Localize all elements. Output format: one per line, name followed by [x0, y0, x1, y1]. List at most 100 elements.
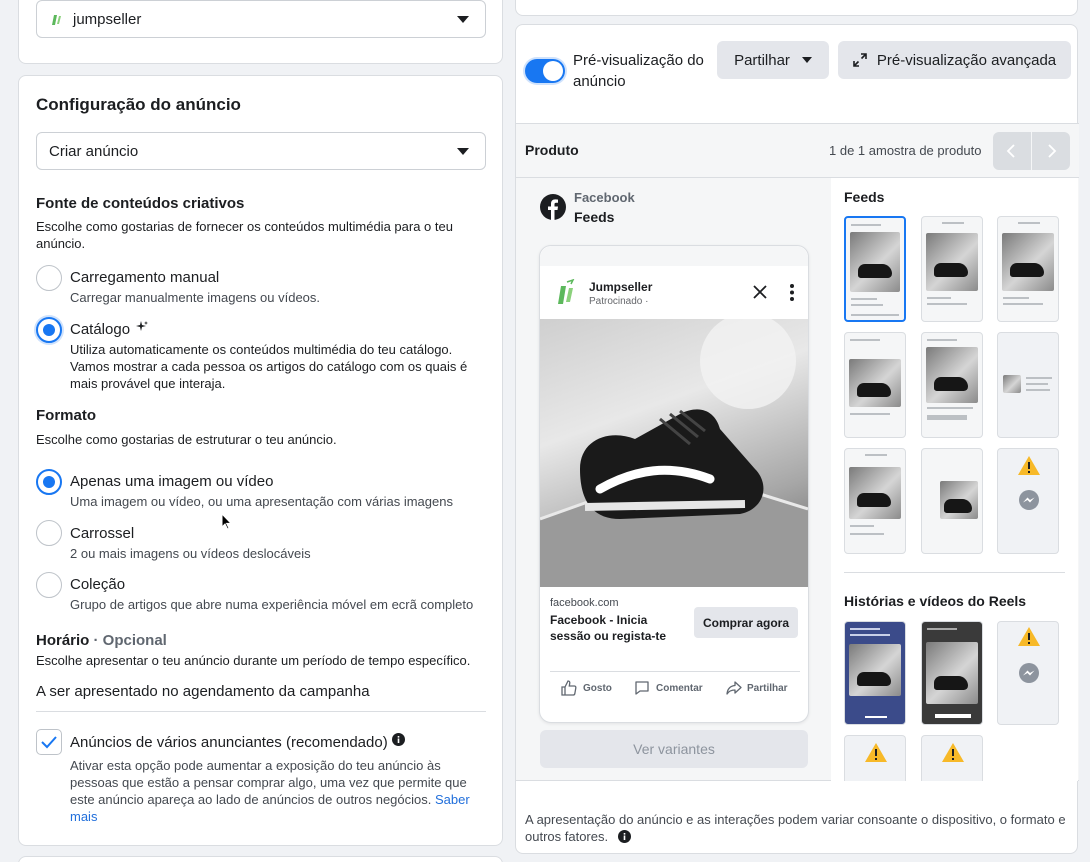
warning-icon	[942, 743, 964, 762]
format-desc: Escolhe como gostarias de estruturar o t…	[36, 432, 337, 447]
story-thumb-facebook[interactable]	[844, 621, 906, 725]
view-variants-button[interactable]: Ver variantes	[540, 730, 808, 768]
manual-upload-desc: Carregar manualmente imagens ou vídeos.	[70, 290, 321, 305]
single-image-radio[interactable]	[36, 469, 62, 495]
chevron-right-icon	[1048, 144, 1057, 158]
feed-thumb-instagram[interactable]	[921, 216, 983, 322]
comment-action[interactable]: Comentar	[634, 680, 703, 696]
multi-advertiser-checkbox[interactable]	[36, 729, 62, 755]
post-headline: Facebook - Inicia sessão ou regista-te	[550, 613, 667, 643]
feed-thumb-business-explore[interactable]	[921, 448, 983, 554]
mouse-cursor-icon	[221, 512, 233, 533]
catalog-desc: Utiliza automaticamente os conteúdos mul…	[70, 342, 468, 391]
schedule-title: Horário · Opcional	[36, 632, 167, 649]
info-icon[interactable]	[617, 830, 631, 843]
caret-down-icon	[801, 57, 812, 63]
chevron-left-icon	[1006, 144, 1015, 158]
preview-footer-note: A apresentação do anúncio e as interaçõe…	[525, 811, 1070, 845]
multi-advertiser-text: Ativar esta opção pode aumentar a exposi…	[70, 758, 467, 807]
carousel-title: Carrossel	[70, 525, 135, 542]
collection-radio[interactable]	[36, 572, 62, 598]
stories-title: Histórias e vídeos do Reels	[844, 593, 1027, 609]
feed-thumb-video[interactable]	[844, 332, 906, 438]
feed-thumb-messenger[interactable]	[997, 448, 1059, 554]
share-label: Partilhar	[747, 682, 788, 694]
feed-thumb-facebook[interactable]	[844, 216, 906, 322]
like-icon	[561, 680, 577, 696]
top-stub-card	[515, 0, 1078, 16]
creative-source-title: Fonte de conteúdos criativos	[36, 195, 245, 212]
comment-icon	[635, 681, 649, 695]
divider	[36, 711, 486, 712]
multi-advertiser-label: Anúncios de vários anunciantes (recomend…	[70, 734, 388, 751]
like-action[interactable]: Gosto	[561, 680, 612, 696]
collection-title: Coleção	[70, 576, 126, 593]
single-image-desc: Uma imagem ou vídeo, ou uma apresentação…	[70, 494, 453, 509]
like-label: Gosto	[583, 682, 612, 694]
share-button[interactable]: Partilhar	[717, 41, 829, 79]
story-thumb-messenger[interactable]	[997, 621, 1059, 725]
footer-note-text: A apresentação do anúncio e as interaçõe…	[525, 812, 1066, 844]
reels-thumb-instagram[interactable]	[921, 735, 983, 781]
manual-upload-title: Carregamento manual	[70, 269, 220, 286]
warning-icon	[865, 743, 887, 762]
prev-sample-button[interactable]	[993, 132, 1031, 170]
facebook-icon	[540, 194, 566, 223]
reels-thumb-facebook[interactable]	[844, 735, 906, 781]
feed-thumb-right-column[interactable]	[997, 332, 1059, 438]
account-select[interactable]: jumpseller	[36, 0, 486, 38]
caret-down-icon	[457, 16, 469, 23]
sample-count: 1 de 1 amostra de produto	[829, 143, 982, 158]
messenger-icon	[1019, 663, 1039, 683]
ad-mode-select[interactable]: Criar anúncio	[36, 132, 486, 170]
carousel-desc: 2 ou mais imagens ou vídeos deslocáveis	[70, 546, 311, 561]
info-icon[interactable]	[392, 733, 405, 749]
next-sample-button[interactable]	[1032, 132, 1070, 170]
schedule-title-text: Horário	[36, 632, 90, 649]
jumpseller-logo-icon	[554, 278, 576, 308]
multi-advertiser-desc: Ativar esta opção pode aumentar a exposi…	[70, 757, 475, 825]
placements-divider	[844, 572, 1065, 573]
catalog-radio[interactable]	[36, 317, 62, 343]
single-image-title: Apenas uma imagem ou vídeo	[70, 473, 274, 490]
account-name: jumpseller	[73, 10, 142, 28]
advanced-preview-button[interactable]: Pré-visualização avançada	[838, 41, 1071, 79]
ad-setup-title: Configuração do anúncio	[36, 95, 241, 114]
account-card: jumpseller	[18, 0, 503, 64]
post-page-name: Jumpseller	[589, 280, 653, 294]
ad-setup-card: Configuração do anúncio Criar anúncio Fo…	[18, 75, 503, 846]
cta-button[interactable]: Comprar agora	[694, 607, 798, 638]
cta-label: Comprar agora	[702, 615, 790, 630]
carousel-radio[interactable]	[36, 520, 62, 546]
share-action[interactable]: Partilhar	[726, 680, 788, 696]
manual-upload-radio[interactable]	[36, 265, 62, 291]
share-icon	[726, 681, 742, 695]
format-title: Formato	[36, 407, 96, 424]
share-button-label: Partilhar	[734, 51, 790, 69]
catalog-title: Catálogo	[70, 321, 131, 338]
sparkle-icon	[136, 321, 148, 336]
creative-source-desc: Escolhe como gostarias de fornecer os co…	[36, 219, 453, 251]
preview-panel: Produto 1 de 1 amostra de produto Facebo…	[516, 123, 1079, 781]
warning-icon	[1018, 627, 1040, 646]
feed-thumb-groups[interactable]	[844, 448, 906, 554]
feed-thumb-marketplace[interactable]	[997, 216, 1059, 322]
caret-down-icon	[457, 148, 469, 155]
product-image	[540, 319, 808, 587]
post-actions-divider	[550, 671, 800, 672]
check-icon	[41, 736, 57, 749]
close-icon[interactable]	[753, 285, 767, 302]
next-card-stub	[18, 856, 503, 862]
messenger-icon	[1019, 490, 1039, 510]
platform-name: Facebook	[574, 190, 635, 205]
preview-toggle[interactable]	[525, 59, 565, 83]
more-icon[interactable]	[790, 284, 794, 304]
story-thumb-instagram[interactable]	[921, 621, 983, 725]
preview-card: Pré-visualização do anúncio Partilhar Pr…	[515, 24, 1079, 854]
warning-icon	[1018, 456, 1040, 475]
feed-thumb-search[interactable]	[921, 332, 983, 438]
collection-desc: Grupo de artigos que abre numa experiênc…	[70, 597, 474, 612]
comment-label: Comentar	[656, 682, 703, 694]
placement-name: Feeds	[574, 209, 615, 225]
jumpseller-logo-icon	[49, 12, 63, 26]
